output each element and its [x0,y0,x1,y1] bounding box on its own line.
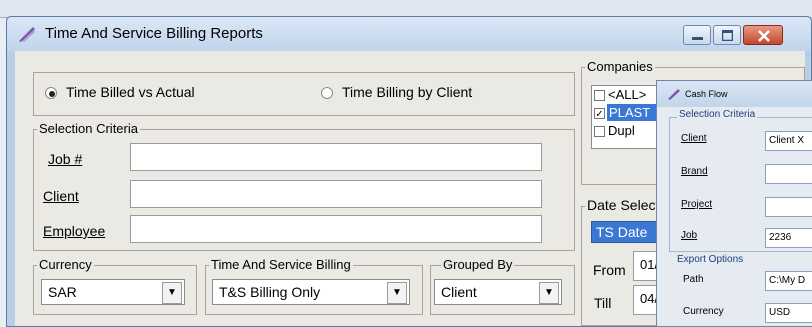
close-button[interactable] [743,25,783,45]
job-number-label[interactable]: Job # [48,151,82,167]
cash-flow-path-input[interactable]: C:\My D [765,271,812,291]
employee-label[interactable]: Employee [43,223,105,239]
client-input[interactable] [130,180,542,208]
cash-flow-job-label[interactable]: Job [681,230,697,241]
grouped-by-legend: Grouped By [441,257,515,272]
close-icon [758,30,770,42]
report-app-icon [19,27,35,42]
chevron-down-icon[interactable]: ▼ [162,282,182,304]
radio-label-time-billing-by-client[interactable]: Time Billing by Client [342,84,472,100]
radio-time-billing-by-client[interactable] [321,87,333,99]
company-item-dupl[interactable]: Dupl [608,123,635,138]
company-checkbox-dupl[interactable] [594,126,605,137]
till-label: Till [594,295,612,311]
radio-time-billed-vs-actual[interactable] [45,87,57,99]
client-label[interactable]: Client [43,188,79,204]
minimize-button[interactable] [683,25,711,45]
cash-flow-title-bar[interactable]: Cash Flow [657,81,812,107]
company-checkbox-plast[interactable]: ✓ [594,108,605,120]
radio-label-time-billed-vs-actual[interactable]: Time Billed vs Actual [66,84,195,100]
billing-select[interactable]: T&S Billing Only ▼ [212,279,410,305]
minimize-icon [692,37,703,40]
employee-input[interactable] [130,215,542,243]
date-selection-legend: Date Selecti [585,197,665,213]
cash-flow-window: Cash Flow Selection Criteria Client Clie… [656,80,812,327]
chevron-down-icon[interactable]: ▼ [539,282,559,304]
cash-flow-path-label: Path [683,274,704,285]
chevron-down-icon[interactable]: ▼ [387,282,407,304]
companies-legend: Companies [585,59,655,74]
report-type-group: Time Billed vs Actual Time Billing by Cl… [33,72,575,116]
window-title: Time And Service Billing Reports [45,25,263,42]
cash-flow-client-label[interactable]: Client [681,133,707,144]
cash-flow-selection-legend: Selection Criteria [677,109,758,120]
grouped-by-select-value: Client [441,284,477,300]
job-number-input[interactable] [130,143,542,171]
cash-flow-project-label[interactable]: Project [681,199,712,210]
cash-flow-client-input[interactable]: Client X [765,131,812,151]
grouped-by-select[interactable]: Client ▼ [434,279,562,305]
billing-legend: Time And Service Billing [209,257,353,272]
cash-flow-currency-label: Currency [683,306,724,317]
currency-legend: Currency [37,257,94,272]
cash-flow-brand-label[interactable]: Brand [681,166,708,177]
from-label: From [593,262,626,278]
billing-select-value: T&S Billing Only [219,284,321,300]
maximize-icon [722,30,733,41]
company-checkbox-all[interactable] [594,90,605,101]
cash-flow-brand-input[interactable] [765,164,812,184]
cash-flow-export-legend: Export Options [677,254,744,265]
title-bar[interactable]: Time And Service Billing Reports [7,17,811,51]
selection-criteria-legend: Selection Criteria [37,121,140,136]
cash-flow-app-icon [668,89,680,100]
company-item-all[interactable]: <ALL> [608,87,646,102]
cash-flow-project-input[interactable] [765,197,812,217]
currency-select-value: SAR [48,284,77,300]
cash-flow-job-input[interactable]: 2236 [765,228,812,248]
maximize-button[interactable] [713,25,741,45]
cash-flow-title: Cash Flow [685,89,728,99]
currency-select[interactable]: SAR ▼ [41,279,185,305]
cash-flow-currency-input[interactable]: USD [765,303,812,323]
